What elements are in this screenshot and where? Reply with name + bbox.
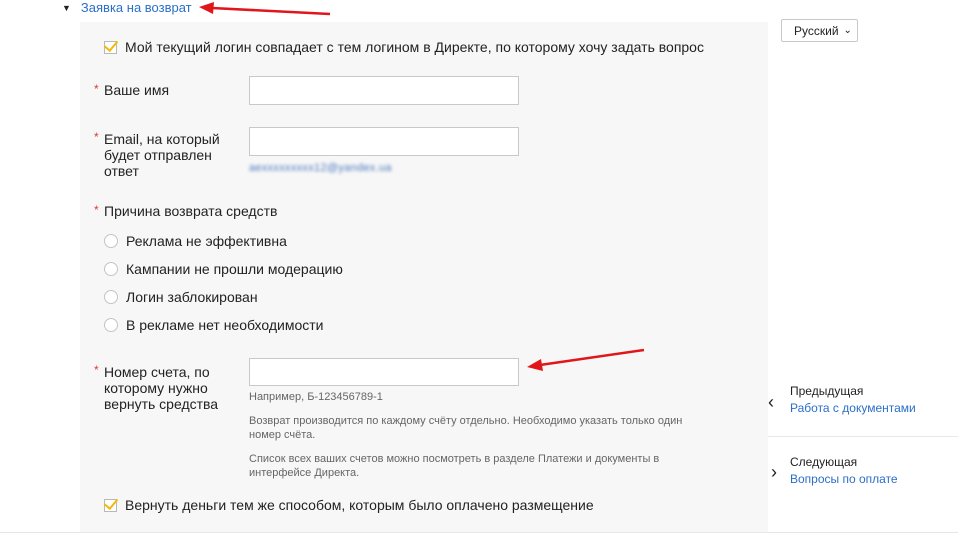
language-value: Русский bbox=[794, 23, 839, 38]
prev-article-nav: Предыдущая Работа с документами bbox=[790, 383, 916, 417]
radio-button[interactable] bbox=[104, 234, 118, 248]
reason-radio-option[interactable]: Кампании не прошли модерацию bbox=[104, 261, 343, 277]
chevron-down-icon: ⌄ bbox=[843, 25, 852, 36]
account-number-input[interactable] bbox=[249, 358, 519, 386]
nav-divider bbox=[768, 436, 958, 437]
account-note: Возврат производится по каждому счёту от… bbox=[249, 414, 682, 442]
next-title: Следующая bbox=[790, 455, 858, 469]
reason-option-label: Кампании не прошли модерацию bbox=[126, 261, 343, 277]
reason-option-label: Реклама не эффективна bbox=[126, 233, 287, 249]
refund-same-method-checkbox[interactable] bbox=[103, 494, 119, 512]
prev-title: Предыдущая bbox=[790, 384, 864, 398]
reason-radio-option[interactable]: Реклама не эффективна bbox=[104, 233, 287, 249]
name-input[interactable] bbox=[249, 76, 519, 105]
account-example-hint: Например, Б-123456789-1 bbox=[249, 391, 383, 403]
email-label-line: ответ bbox=[104, 163, 139, 179]
account-label: Номер счета, по которому нужно вернуть с… bbox=[104, 364, 218, 412]
prev-article-link[interactable]: Работа с документами bbox=[790, 401, 916, 415]
reason-option-label: Логин заблокирован bbox=[126, 289, 258, 305]
account-note-line: Возврат производится по каждому счёту от… bbox=[249, 415, 683, 427]
email-input[interactable] bbox=[249, 127, 519, 156]
required-mark: * bbox=[94, 130, 99, 144]
email-label: Email, на который будет отправлен ответ bbox=[104, 131, 220, 179]
accounts-list-note: Список всех ваших счетов можно посмотрет… bbox=[249, 452, 659, 480]
chevron-right-icon[interactable]: › bbox=[771, 462, 777, 483]
required-mark: * bbox=[94, 203, 99, 217]
refund-same-method-checkbox-row[interactable]: Вернуть деньги тем же способом, которым … bbox=[103, 494, 594, 513]
login-match-label: Мой текущий логин совпадает с тем логино… bbox=[125, 39, 704, 55]
refund-same-method-label: Вернуть деньги тем же способом, которым … bbox=[125, 497, 594, 513]
accounts-list-note-line: Список всех ваших счетов можно посмотрет… bbox=[249, 453, 660, 465]
chevron-left-icon[interactable]: ‹ bbox=[768, 392, 774, 413]
radio-button[interactable] bbox=[104, 318, 118, 332]
radio-button[interactable] bbox=[104, 290, 118, 304]
account-label-line: Номер счета, по bbox=[104, 364, 210, 380]
account-label-line: вернуть средства bbox=[104, 396, 219, 412]
accounts-list-note-line: интерфейсе Директа. bbox=[249, 467, 360, 479]
login-match-checkbox[interactable] bbox=[103, 36, 119, 54]
name-label: Ваше имя bbox=[104, 82, 170, 98]
radio-button[interactable] bbox=[104, 262, 118, 276]
blurred-email-hint: aexxxxxxxxx12@yandex.ua bbox=[249, 162, 392, 174]
reason-label: Причина возврата средств bbox=[104, 203, 278, 219]
reason-radio-option[interactable]: Логин заблокирован bbox=[104, 289, 258, 305]
email-label-line: Email, на который bbox=[104, 131, 220, 147]
account-label-line: которому нужно bbox=[104, 380, 208, 396]
email-label-line: будет отправлен bbox=[104, 147, 212, 163]
reason-radio-option[interactable]: В рекламе нет необходимости bbox=[104, 317, 324, 333]
next-article-link[interactable]: Вопросы по оплате bbox=[790, 472, 898, 486]
language-select[interactable]: Русский ⌄ bbox=[781, 19, 858, 42]
account-note-line: номер счёта. bbox=[249, 429, 316, 441]
next-article-nav: Следующая Вопросы по оплате bbox=[790, 454, 898, 488]
login-match-checkbox-row[interactable]: Мой текущий логин совпадает с тем логино… bbox=[103, 36, 704, 55]
required-mark: * bbox=[94, 82, 99, 96]
reason-option-label: В рекламе нет необходимости bbox=[126, 317, 324, 333]
required-mark: * bbox=[94, 363, 99, 377]
